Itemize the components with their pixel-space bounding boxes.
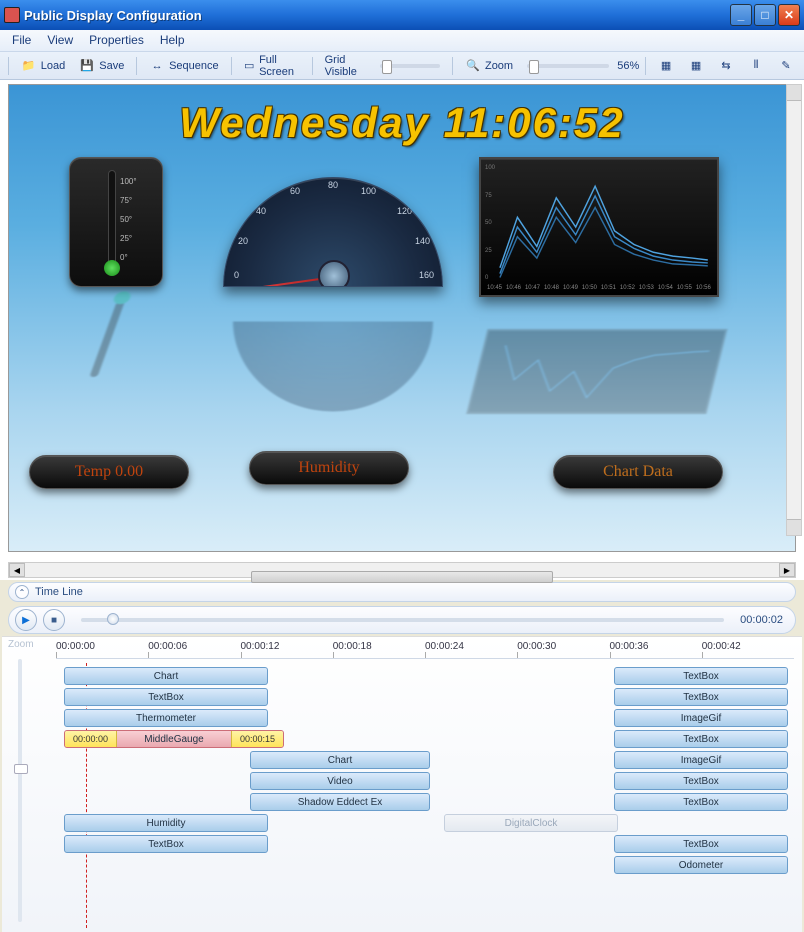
timeline-clip[interactable]: Odometer [614,856,788,874]
timeline-area: Zoom 00:00:00 00:00:06 00:00:12 00:00:18… [2,636,802,932]
timeline-ruler[interactable]: 00:00:00 00:00:06 00:00:12 00:00:18 00:0… [56,641,794,659]
minimize-button[interactable]: _ [730,4,752,26]
timeline-clip[interactable]: Shadow Eddect Ex [250,793,430,811]
fullscreen-icon: ▭ [243,58,255,74]
timeline-clip[interactable]: Video [250,772,430,790]
timeline-clip[interactable]: 00:00:00MiddleGauge00:00:15 [64,730,284,748]
toolbar: 📁Load 💾Save ↔Sequence ▭Full Screen Grid … [0,52,804,80]
humidity-pill[interactable]: Humidity [249,451,409,485]
timeline-tracks[interactable]: Chart TextBox Thermometer 00:00:00MiddleGau… [56,667,794,928]
chartdata-pill[interactable]: Chart Data [553,455,723,489]
timeline-clip[interactable]: Humidity [64,814,268,832]
sequence-button[interactable]: ↔Sequence [143,55,225,77]
playhead-time: 00:00:02 [740,614,783,626]
menu-properties[interactable]: Properties [81,30,152,51]
save-button[interactable]: 💾Save [73,55,130,77]
window-title: Public Display Configuration [24,8,728,23]
grid-slider[interactable] [380,64,440,68]
bring-forward-icon[interactable]: ▦ [652,55,680,77]
menu-file[interactable]: File [4,30,39,51]
title-bar: Public Display Configuration _ □ ✕ [0,0,804,30]
sequence-icon: ↔ [149,58,165,74]
thermometer-reflection [20,305,189,385]
scroll-right-icon[interactable]: ▶ [779,563,795,577]
timeline-clip[interactable]: DigitalClock [444,814,618,832]
menu-help[interactable]: Help [152,30,193,51]
chart-reflection [466,312,731,414]
timeline-clip[interactable]: ImageGif [614,709,788,727]
timeline-scrubber[interactable] [81,618,724,622]
design-canvas[interactable]: Wednesday 11:06:52 100° 75° 50° 25° 0° 0… [8,84,796,552]
play-button[interactable]: ▶ [15,609,37,631]
align-icon[interactable]: ⇆ [712,55,740,77]
gauge-widget[interactable]: 0 20 40 60 80 100 120 140 160 [223,177,443,307]
zoom-label: 🔍Zoom [459,55,519,77]
digital-clock-widget[interactable]: Wednesday 11:06:52 [9,99,795,147]
app-icon [4,7,20,23]
more-tools-icon[interactable]: ✎ [772,55,800,77]
timeline-zoom-slider[interactable] [18,659,22,922]
menu-view[interactable]: View [39,30,81,51]
temp-pill[interactable]: Temp 0.00 [29,455,189,489]
canvas-area: Wednesday 11:06:52 100° 75° 50° 25° 0° 0… [0,80,804,560]
fullscreen-button[interactable]: ▭Full Screen [237,51,306,81]
thermometer-widget[interactable]: 100° 75° 50° 25° 0° [69,157,163,287]
zoom-slider[interactable] [527,64,609,68]
close-button[interactable]: ✕ [778,4,800,26]
gridvisible-button[interactable]: Grid Visible [319,51,373,81]
distribute-icon[interactable]: ⫴ [742,55,770,77]
canvas-hscroll[interactable]: ◀ ▶ [8,562,796,578]
maximize-button[interactable]: □ [754,4,776,26]
gauge-reflection [233,313,433,412]
timeline-zoom-label: Zoom [8,639,38,650]
timeline-controls: ▶ ■ 00:00:02 [8,606,796,634]
folder-icon: 📁 [21,58,37,74]
save-icon: 💾 [79,58,95,74]
zoom-icon: 🔍 [465,58,481,74]
collapse-icon[interactable]: ⌃ [15,585,29,599]
scroll-left-icon[interactable]: ◀ [9,563,25,577]
timeline-clip[interactable]: TextBox [614,730,788,748]
chart-svg [481,159,717,295]
timeline-clip[interactable]: TextBox [614,835,788,853]
timeline-clip[interactable]: TextBox [64,835,268,853]
timeline-clip[interactable]: TextBox [614,688,788,706]
timeline-header: ⌃ Time Line [8,582,796,602]
timeline-clip[interactable]: Chart [250,751,430,769]
timeline-clip[interactable]: ImageGif [614,751,788,769]
chart-widget[interactable]: 1007550250 10:4510:4610:4710:4810:4910:5… [479,157,719,297]
timeline-clip[interactable]: Thermometer [64,709,268,727]
timeline-clip[interactable]: TextBox [614,667,788,685]
send-backward-icon[interactable]: ▦ [682,55,710,77]
timeline-clip[interactable]: Chart [64,667,268,685]
thermometer-ticks: 100° 75° 50° 25° 0° [120,172,158,267]
canvas-vscroll[interactable] [786,84,802,536]
stop-button[interactable]: ■ [43,609,65,631]
timeline-clip[interactable]: TextBox [614,793,788,811]
menu-bar: File View Properties Help [0,30,804,52]
timeline-title: Time Line [35,586,83,598]
timeline-clip[interactable]: TextBox [614,772,788,790]
timeline-clip[interactable]: TextBox [64,688,268,706]
load-button[interactable]: 📁Load [15,55,71,77]
zoom-value: 56% [617,60,639,72]
